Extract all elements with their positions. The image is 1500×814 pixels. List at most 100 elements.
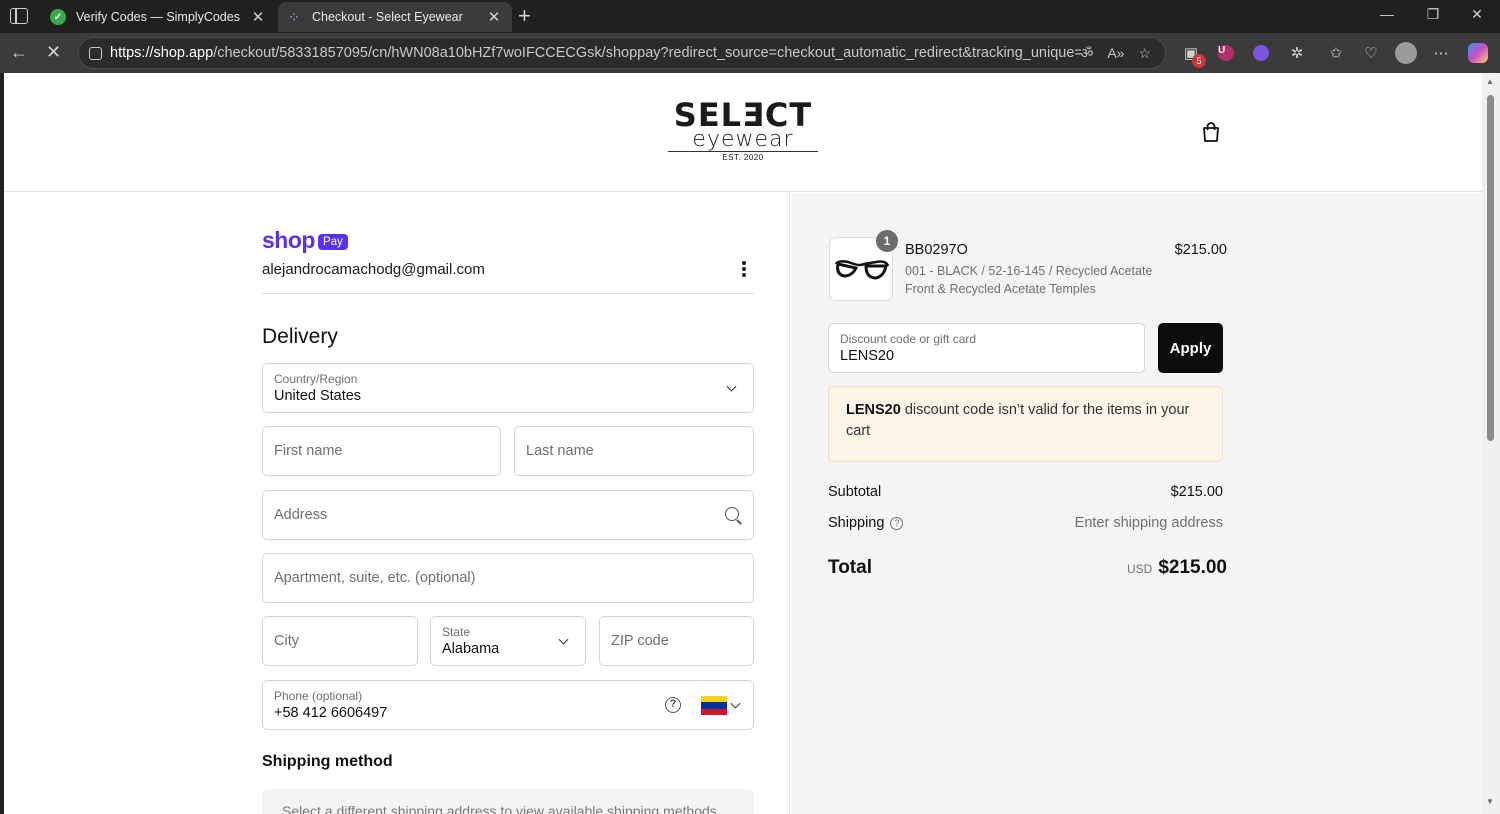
- tab-actions-icon[interactable]: [10, 8, 28, 24]
- simplycodes-favicon-icon: ✓: [50, 9, 66, 25]
- country-select[interactable]: Country/Region United States: [262, 363, 754, 413]
- page-viewport: SELƎCT eyewear EST. 2020 shop Pay alejan…: [4, 73, 1482, 814]
- logo-line-3: EST. 2020: [668, 151, 818, 162]
- extension-badge: 5: [1192, 54, 1206, 68]
- lock-icon: [89, 46, 102, 60]
- divider: [262, 293, 754, 294]
- close-tab-icon[interactable]: ✕: [248, 8, 268, 26]
- apply-discount-button[interactable]: Apply: [1158, 323, 1223, 373]
- last-name-placeholder: Last name: [526, 443, 594, 459]
- total-label: Total: [828, 557, 872, 578]
- extensions-puzzle-icon[interactable]: ✲: [1286, 42, 1308, 64]
- subtotal-value: $215.00: [1170, 484, 1223, 500]
- chevron-down-icon: [558, 634, 569, 645]
- scroll-up-arrow-icon[interactable]: ▲: [1486, 77, 1494, 86]
- scroll-down-arrow-icon[interactable]: ▼: [1486, 797, 1494, 806]
- discount-code-input[interactable]: Discount code or gift card LENS20: [828, 323, 1145, 373]
- more-menu-icon[interactable]: ⋯: [1430, 42, 1452, 64]
- product-name: BB0297O: [905, 242, 968, 258]
- back-arrow-icon[interactable]: ←: [10, 42, 28, 63]
- city-input[interactable]: City: [262, 616, 418, 666]
- shipping-method-text: Select a different shipping address to v…: [282, 803, 717, 814]
- profile-avatar-icon[interactable]: [1395, 42, 1417, 64]
- apartment-input[interactable]: Apartment, suite, etc. (optional): [262, 553, 754, 603]
- total-value: $215.00: [1158, 557, 1227, 578]
- tab-title: Checkout - Select Eyewear: [312, 10, 463, 24]
- state-label: State: [442, 625, 471, 639]
- last-name-input[interactable]: Last name: [514, 426, 754, 476]
- shop-pay-badge: Pay: [317, 233, 348, 250]
- shipping-row: Shipping? Enter shipping address: [828, 515, 1223, 531]
- total-amount: USD $215.00: [1127, 557, 1227, 579]
- discount-error-message: LENS20 discount code isn’t valid for the…: [846, 400, 1206, 442]
- favorite-star-icon[interactable]: ☆: [1138, 45, 1151, 62]
- country-label: Country/Region: [274, 372, 358, 386]
- phone-input[interactable]: Phone (optional) +58 412 6606497 ?: [262, 680, 754, 730]
- loading-favicon-icon: ⁘: [288, 9, 300, 25]
- extension-purple-icon[interactable]: [1250, 42, 1272, 64]
- extension-ublock-icon[interactable]: U: [1215, 42, 1237, 64]
- delivery-heading: Delivery: [262, 325, 338, 348]
- venezuela-flag-icon[interactable]: [701, 696, 727, 715]
- browser-toolbar: ← ✕ https://shop.app/checkout/5833185709…: [0, 33, 1500, 73]
- tab-title: Verify Codes — SimplyCodes: [76, 10, 240, 24]
- read-aloud-icon[interactable]: A»: [1107, 45, 1124, 61]
- shop-pay-logo: shop Pay: [262, 227, 348, 254]
- account-email: alejandrocamachodg@gmail.com: [262, 261, 485, 278]
- shipping-method-box: Select a different shipping address to v…: [262, 789, 754, 814]
- quantity-badge: 1: [876, 230, 898, 252]
- shop-pay-wordmark: shop: [262, 227, 315, 253]
- select-eyewear-logo[interactable]: SELƎCT eyewear EST. 2020: [668, 99, 818, 162]
- phone-value: +58 412 6606497: [274, 705, 388, 721]
- favorites-icon[interactable]: ✩: [1325, 42, 1347, 64]
- copilot-icon[interactable]: [1467, 42, 1489, 64]
- zip-placeholder: ZIP code: [611, 633, 669, 649]
- scrollbar-thumb[interactable]: [1487, 95, 1494, 441]
- chevron-down-icon[interactable]: [730, 698, 741, 709]
- order-summary-column: 1 BB0297O 001 - BLACK / 52-16-145 / Recy…: [791, 193, 1482, 814]
- discount-label: Discount code or gift card: [840, 332, 977, 346]
- stop-loading-icon[interactable]: ✕: [46, 42, 61, 63]
- discount-error-banner: LENS20 discount code isn’t valid for the…: [828, 386, 1223, 462]
- shipping-label: Shipping: [828, 515, 885, 531]
- chevron-down-icon: [726, 381, 737, 392]
- extension-simplycodes-icon[interactable]: ▣ 5: [1180, 42, 1206, 68]
- error-code: LENS20: [846, 402, 901, 418]
- first-name-input[interactable]: First name: [262, 426, 501, 476]
- shopping-bag-icon[interactable]: [1200, 121, 1222, 143]
- tab-checkout[interactable]: ⁘ Checkout - Select Eyewear ✕: [278, 2, 512, 32]
- close-window-icon[interactable]: ✕: [1454, 6, 1500, 23]
- browser-tab-bar: ✓ Verify Codes — SimplyCodes ✕ ⁘ Checkou…: [0, 0, 1500, 33]
- help-question-icon[interactable]: ?: [665, 697, 681, 713]
- phone-label: Phone (optional): [274, 689, 363, 703]
- address-placeholder: Address: [274, 507, 328, 523]
- shipping-value: Enter shipping address: [1074, 515, 1223, 531]
- close-tab-icon[interactable]: ✕: [484, 8, 504, 26]
- state-value: Alabama: [442, 641, 500, 657]
- browser-essentials-icon[interactable]: ♡: [1360, 42, 1382, 64]
- country-value: United States: [274, 388, 362, 404]
- address-input[interactable]: Address: [262, 490, 754, 540]
- address-bar[interactable]: https://shop.app/checkout/58331857095/cn…: [78, 37, 1166, 69]
- account-menu-kebab-icon[interactable]: [738, 259, 750, 279]
- tab-simplycodes[interactable]: ✓ Verify Codes — SimplyCodes ✕: [42, 2, 276, 32]
- new-tab-icon[interactable]: +: [518, 3, 531, 29]
- help-question-icon[interactable]: ?: [890, 517, 904, 530]
- apartment-placeholder: Apartment, suite, etc. (optional): [274, 570, 476, 586]
- page-scrollbar[interactable]: ▲ ▼: [1482, 73, 1500, 814]
- discount-value: LENS20: [840, 348, 895, 364]
- state-select[interactable]: State Alabama: [430, 616, 586, 666]
- url-text: https://shop.app/checkout/58331857095/cn…: [110, 45, 1081, 61]
- site-header: SELƎCT eyewear EST. 2020: [4, 73, 1482, 192]
- search-icon: [725, 507, 739, 521]
- minimize-icon[interactable]: —: [1364, 6, 1410, 22]
- subtotal-label: Subtotal: [828, 484, 882, 500]
- shipping-method-heading: Shipping method: [262, 753, 393, 770]
- checkout-form-column: shop Pay alejandrocamachodg@gmail.com De…: [4, 193, 790, 814]
- restore-icon[interactable]: ❐: [1410, 6, 1456, 23]
- zip-input[interactable]: ZIP code: [599, 616, 754, 666]
- translate-icon[interactable]: ॐ: [1081, 44, 1094, 63]
- product-variant: 001 - BLACK / 52-16-145 / Recycled Aceta…: [905, 264, 1153, 296]
- first-name-placeholder: First name: [274, 443, 343, 459]
- total-currency: USD: [1126, 562, 1153, 576]
